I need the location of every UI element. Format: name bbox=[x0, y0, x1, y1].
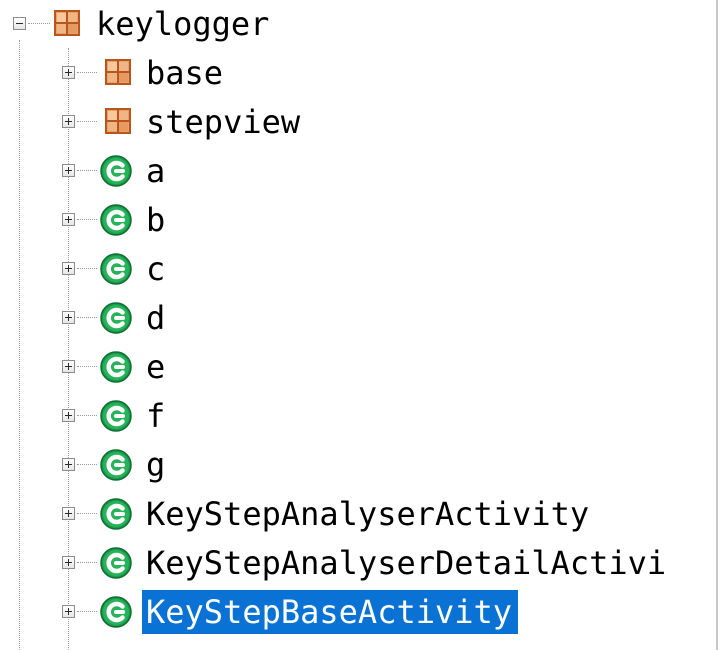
tree-node-label[interactable]: b bbox=[142, 198, 171, 242]
panel-border bbox=[716, 0, 718, 650]
class-icon bbox=[100, 351, 132, 383]
tree-connector bbox=[77, 121, 97, 122]
class-icon bbox=[100, 498, 132, 530]
tree-node-keystepanalyserdetailactivi[interactable]: KeyStepAnalyserDetailActivi bbox=[0, 539, 718, 588]
tree-connector bbox=[77, 317, 97, 318]
tree-connector bbox=[77, 513, 97, 514]
package-icon bbox=[105, 108, 131, 134]
tree-node-f[interactable]: f bbox=[0, 392, 718, 441]
tree-node-base[interactable]: base bbox=[0, 49, 718, 98]
tree-node-keylogger[interactable]: keylogger bbox=[0, 0, 718, 49]
package-icon bbox=[105, 59, 131, 85]
collapse-toggle-icon[interactable] bbox=[13, 17, 26, 30]
expand-toggle-icon[interactable] bbox=[62, 66, 75, 79]
tree-node-label[interactable]: f bbox=[142, 394, 171, 438]
tree-connector bbox=[77, 366, 97, 367]
tree-node-d[interactable]: d bbox=[0, 294, 718, 343]
class-icon bbox=[100, 302, 132, 334]
tree-node-e[interactable]: e bbox=[0, 343, 718, 392]
tree-connector bbox=[77, 415, 97, 416]
tree-node-label[interactable]: KeyStepAnalyserActivity bbox=[142, 492, 595, 536]
expand-toggle-icon[interactable] bbox=[62, 507, 75, 520]
tree-node-stepview[interactable]: stepview bbox=[0, 98, 718, 147]
expand-toggle-icon[interactable] bbox=[62, 311, 75, 324]
tree-connector bbox=[77, 611, 97, 612]
expand-toggle-icon[interactable] bbox=[62, 458, 75, 471]
expand-toggle-icon[interactable] bbox=[62, 213, 75, 226]
tree-connector bbox=[77, 170, 97, 171]
tree-node-label[interactable]: stepview bbox=[142, 100, 306, 144]
tree-connector bbox=[77, 464, 97, 465]
tree-node-c[interactable]: c bbox=[0, 245, 718, 294]
tree-node-a[interactable]: a bbox=[0, 147, 718, 196]
tree-connector bbox=[77, 268, 97, 269]
class-icon bbox=[100, 596, 132, 628]
tree-node-keystepanalyseractivity[interactable]: KeyStepAnalyserActivity bbox=[0, 490, 718, 539]
tree-node-label[interactable]: g bbox=[142, 443, 171, 487]
expand-toggle-icon[interactable] bbox=[62, 605, 75, 618]
expand-toggle-icon[interactable] bbox=[62, 115, 75, 128]
class-icon bbox=[100, 253, 132, 285]
tree-connector bbox=[77, 562, 97, 563]
tree-node-label[interactable]: KeyStepAnalyserDetailActivi bbox=[142, 541, 672, 585]
expand-toggle-icon[interactable] bbox=[62, 164, 75, 177]
tree-node-keystepbaseactivity[interactable]: KeyStepBaseActivity bbox=[0, 588, 718, 637]
class-icon bbox=[100, 204, 132, 236]
class-icon bbox=[100, 155, 132, 187]
expand-toggle-icon[interactable] bbox=[62, 556, 75, 569]
tree-node-label[interactable]: base bbox=[142, 51, 229, 95]
tree-node-label[interactable]: a bbox=[142, 149, 171, 193]
tree-node-label[interactable]: keylogger bbox=[92, 2, 275, 46]
tree-connector bbox=[77, 72, 97, 73]
tree-node-label-selected[interactable]: KeyStepBaseActivity bbox=[142, 590, 519, 634]
tree-node-label[interactable]: e bbox=[142, 345, 171, 389]
class-icon bbox=[100, 449, 132, 481]
tree-node-g[interactable]: g bbox=[0, 441, 718, 490]
package-icon bbox=[54, 10, 80, 36]
tree-connector bbox=[28, 23, 50, 24]
tree-connector bbox=[77, 219, 97, 220]
tree-node-label[interactable]: c bbox=[142, 247, 171, 291]
tree-node-label[interactable]: d bbox=[142, 296, 171, 340]
tree-node-b[interactable]: b bbox=[0, 196, 718, 245]
expand-toggle-icon[interactable] bbox=[62, 262, 75, 275]
class-icon bbox=[100, 400, 132, 432]
expand-toggle-icon[interactable] bbox=[62, 409, 75, 422]
project-tree[interactable]: keylogger base stepview a b c d e f g KeyStepAnal… bbox=[0, 0, 718, 650]
expand-toggle-icon[interactable] bbox=[62, 360, 75, 373]
class-icon bbox=[100, 547, 132, 579]
